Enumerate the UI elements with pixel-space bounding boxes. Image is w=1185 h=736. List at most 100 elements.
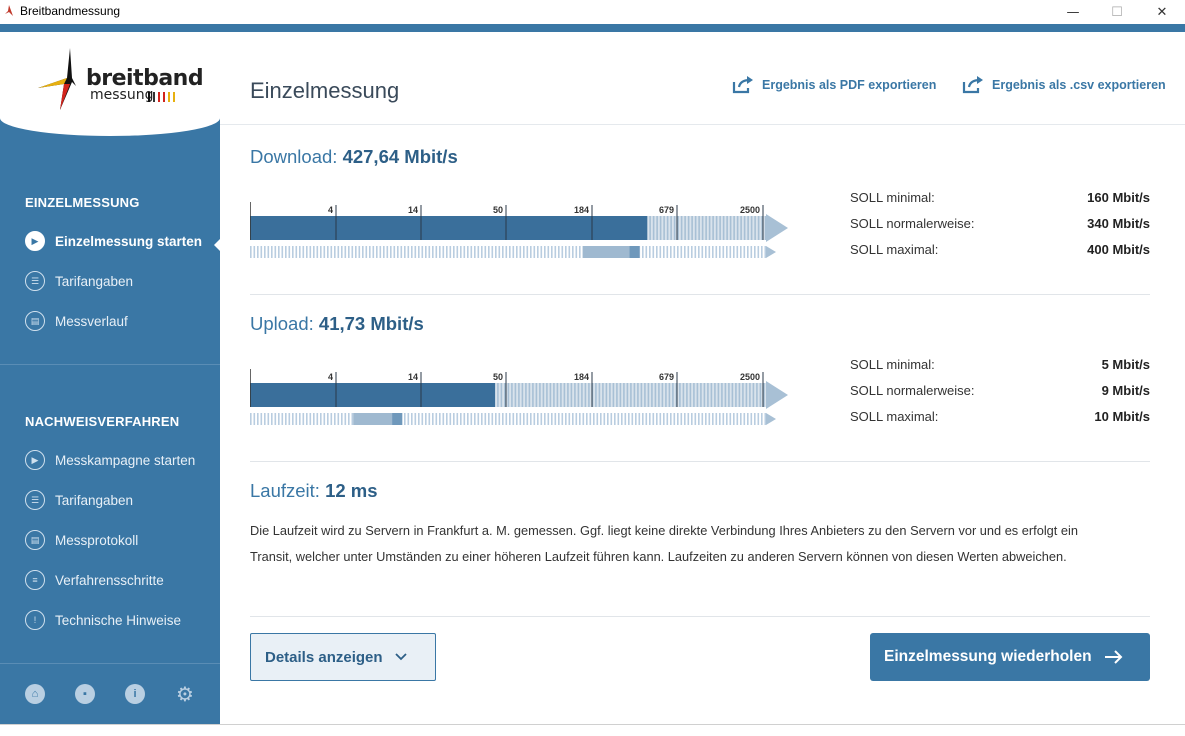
sub-bar-stripe xyxy=(414,413,417,425)
bar-stripe xyxy=(722,216,725,240)
sub-bar-stripe xyxy=(407,413,410,425)
bar-stripe xyxy=(682,383,685,407)
scale-tick-label: 50 xyxy=(493,372,503,382)
bar-stripe xyxy=(528,383,531,407)
sub-bar-stripe xyxy=(330,413,333,425)
home-icon[interactable]: ⌂ xyxy=(25,684,45,704)
export-pdf-link[interactable]: Ergebnis als PDF exportieren xyxy=(732,76,936,94)
export-pdf-label: Ergebnis als PDF exportieren xyxy=(762,78,937,92)
sub-bar-stripe xyxy=(565,413,567,425)
sub-bar-stripe xyxy=(540,246,543,258)
bar-stripe xyxy=(560,383,562,407)
sidebar-section-nachweisverfahren: NACHWEISVERFAHREN xyxy=(25,414,180,429)
gear-icon[interactable]: ⚙ xyxy=(175,684,195,706)
sidebar-item-messkampagne-starten[interactable]: ▶ Messkampagne starten xyxy=(25,449,195,471)
sub-bar-stripe xyxy=(673,246,676,258)
sub-bar-stripe xyxy=(568,246,571,258)
sub-bar-stripe xyxy=(295,246,298,258)
sub-bar-stripe xyxy=(432,413,434,425)
sub-bar-stripe xyxy=(278,246,280,258)
bar-stripe xyxy=(563,383,566,407)
chat-icon[interactable]: ▪ xyxy=(75,684,95,704)
minimize-button[interactable]: — xyxy=(1050,0,1096,24)
sub-bar-stripe xyxy=(635,413,637,425)
sub-bar-stripe xyxy=(292,413,294,425)
sub-bar-stripe xyxy=(680,246,683,258)
sidebar-item-tarifangaben[interactable]: ☰ Tarifangaben xyxy=(25,270,133,292)
bar-stripe xyxy=(707,383,709,407)
scale-tick-label: 4 xyxy=(328,205,333,215)
download-soll-max-label: SOLL maximal: xyxy=(850,242,939,257)
bar-stripe xyxy=(644,383,646,407)
sub-bar-stripe xyxy=(439,246,441,258)
bar-stripe xyxy=(757,216,760,240)
sidebar-item-einzelmessung-starten[interactable]: ▶ Einzelmessung starten xyxy=(25,230,202,252)
bar-stripe xyxy=(497,383,499,407)
bar-stripe xyxy=(729,216,732,240)
sub-bar-stripe xyxy=(561,413,564,425)
sub-bar-stripe xyxy=(449,413,452,425)
sub-bar-stripe xyxy=(372,246,375,258)
sub-bar-stripe xyxy=(411,413,413,425)
sub-bar-stripe xyxy=(544,413,546,425)
bar-stripe xyxy=(665,383,667,407)
bar-stripe xyxy=(708,216,711,240)
sidebar-item-technische-hinweise[interactable]: ! Technische Hinweise xyxy=(25,609,181,631)
sub-bar-stripe xyxy=(505,413,508,425)
sidebar-item-messprotokoll[interactable]: ▤ Messprotokoll xyxy=(25,529,138,551)
sub-bar-stripe xyxy=(586,413,588,425)
window-titlebar: Breitbandmessung — ☐ ✕ xyxy=(0,0,1185,24)
sub-bar-stripe xyxy=(715,413,718,425)
sub-bar-stripe xyxy=(747,413,749,425)
sub-bar-stripe xyxy=(558,413,560,425)
sub-bar-stripe xyxy=(694,413,697,425)
sub-bar-stripe xyxy=(456,246,459,258)
sub-bar-stripe xyxy=(533,413,536,425)
bar-stripe xyxy=(612,383,615,407)
bar-stripe xyxy=(616,383,618,407)
sub-bar-stripe xyxy=(677,413,679,425)
sub-bar-stripe xyxy=(267,246,270,258)
sidebar-item-tarifangaben-2[interactable]: ☰ Tarifangaben xyxy=(25,489,133,511)
sidebar-item-messverlauf[interactable]: ▤ Messverlauf xyxy=(25,310,128,332)
sub-bar-stripe xyxy=(299,413,301,425)
sub-bar-stripe xyxy=(628,413,630,425)
sub-bar-stripe xyxy=(621,413,623,425)
export-csv-link[interactable]: Ergebnis als .csv exportieren xyxy=(962,76,1166,94)
sub-bar-stripe xyxy=(313,413,315,425)
sub-bar-stripe xyxy=(278,413,280,425)
bar-stripe xyxy=(733,216,735,240)
latency-value: 12 ms xyxy=(325,480,378,501)
bar-stripe xyxy=(670,216,672,240)
download-soll-min-label: SOLL minimal: xyxy=(850,190,935,205)
sub-bar-stripe xyxy=(334,246,336,258)
bar-stripe xyxy=(742,383,744,407)
sub-bar-stripe xyxy=(386,246,389,258)
sub-bar-stripe xyxy=(498,413,501,425)
sub-bar-stripe xyxy=(547,413,550,425)
bar-stripe xyxy=(651,383,653,407)
soll-range-end xyxy=(629,246,640,258)
sub-bar-stripe xyxy=(470,413,473,425)
app-icon xyxy=(5,5,13,16)
bar-stripe xyxy=(736,216,739,240)
logo[interactable]: breitband messung xyxy=(0,32,220,136)
sub-bar-stripe xyxy=(712,413,714,425)
sub-bar-stripe xyxy=(320,246,322,258)
bar-stripe xyxy=(532,383,534,407)
bar-stripe xyxy=(570,383,573,407)
details-button[interactable]: Details anzeigen xyxy=(250,633,436,681)
sub-bar-stripe xyxy=(642,413,644,425)
sub-bar-stripe xyxy=(274,246,277,258)
info-icon[interactable]: i xyxy=(125,684,145,704)
bar-measured-fill xyxy=(250,216,648,240)
maximize-button[interactable]: ☐ xyxy=(1094,0,1140,24)
sub-bar-stripe xyxy=(495,246,497,258)
sub-bar-stripe xyxy=(407,246,410,258)
sub-bar-stripe xyxy=(607,413,609,425)
close-button[interactable]: ✕ xyxy=(1139,0,1185,24)
sub-bar-stripe xyxy=(250,246,252,258)
repeat-measurement-button[interactable]: Einzelmessung wiederholen xyxy=(870,633,1150,681)
sidebar-item-verfahrensschritte[interactable]: ≡ Verfahrensschritte xyxy=(25,569,164,591)
upload-soll-max-value: 10 Mbit/s xyxy=(1094,409,1150,424)
